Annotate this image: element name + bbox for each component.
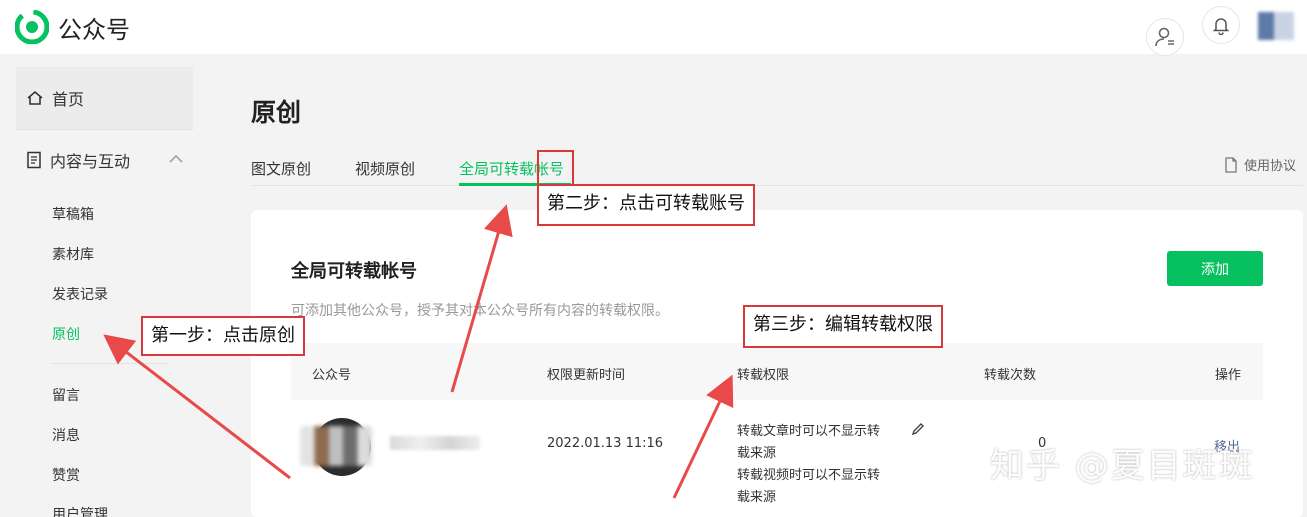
annotation-step1: 第一步：点击原创 (141, 316, 305, 356)
agreement-link[interactable]: 使用协议 (1224, 155, 1296, 174)
column-header-permission: 转载权限 (737, 368, 790, 383)
agreement-label: 使用协议 (1244, 159, 1297, 174)
divider (52, 363, 168, 364)
annotation-step2: 第二步：点击可转载账号 (537, 184, 755, 226)
account-name-blurred (390, 436, 480, 450)
permission-line: 转载视频时可以不显示转 (737, 468, 881, 483)
watermark: 知乎 @夏目斑斑 (990, 446, 1255, 486)
wechat-logo-icon (15, 10, 49, 44)
sidebar: 首页 内容与互动 草稿箱 素材库 发表记录 原创 留言 消息 赞赏 用户管理 (16, 67, 193, 517)
top-bar: 公众号 (0, 0, 1307, 56)
sidebar-item-home[interactable]: 首页 (16, 67, 193, 129)
bell-icon[interactable] (1202, 6, 1240, 44)
page-title: 原创 (251, 98, 302, 127)
reprint-permission: 转载文章时可以不显示转 载来源 转载视频时可以不显示转 载来源 (737, 421, 907, 509)
home-icon (27, 90, 43, 105)
sidebar-item-materials[interactable]: 素材库 (52, 244, 94, 264)
sidebar-group-label: 内容与互动 (50, 152, 131, 171)
account-switch-icon[interactable] (1146, 18, 1184, 56)
column-header-update-time: 权限更新时间 (547, 368, 626, 383)
sidebar-item-rewards[interactable]: 赞赏 (52, 465, 80, 485)
divider (16, 129, 193, 130)
file-icon (1225, 156, 1237, 173)
document-icon (27, 151, 41, 169)
brand-title: 公众号 (58, 16, 130, 44)
card-title: 全局可转载帐号 (291, 261, 417, 282)
sidebar-item-comments[interactable]: 留言 (52, 385, 80, 405)
sidebar-item-drafts[interactable]: 草稿箱 (52, 204, 94, 224)
sidebar-item-label: 首页 (52, 90, 85, 109)
permission-line: 转载文章时可以不显示转 (737, 424, 881, 439)
tab-image-original[interactable]: 图文原创 (251, 158, 311, 179)
sidebar-item-messages[interactable]: 消息 (52, 425, 80, 445)
tabs-divider (251, 185, 1303, 186)
user-avatar[interactable] (1258, 12, 1294, 40)
pencil-icon[interactable] (911, 422, 925, 436)
column-header-action: 操作 (1215, 368, 1242, 383)
permission-line: 载来源 (737, 490, 777, 505)
tab-highlight-box (537, 150, 574, 188)
card-description: 可添加其他公众号，授予其对本公众号所有内容的转载权限。 (291, 303, 669, 319)
permission-line: 载来源 (737, 446, 777, 461)
sidebar-item-user-management[interactable]: 用户管理 (52, 504, 108, 517)
sidebar-group-content[interactable]: 内容与互动 (16, 145, 193, 175)
sidebar-item-original[interactable]: 原创 (52, 324, 80, 344)
column-header-account: 公众号 (312, 368, 352, 383)
annotation-step3: 第三步：编辑转载权限 (743, 305, 943, 348)
sidebar-item-publish-records[interactable]: 发表记录 (52, 284, 108, 304)
column-header-count: 转载次数 (984, 368, 1037, 383)
add-button[interactable]: 添加 (1167, 251, 1263, 286)
account-avatar-blurred (300, 426, 372, 466)
tab-video-original[interactable]: 视频原创 (355, 158, 415, 179)
permission-update-time: 2022.01.13 11:16 (547, 436, 664, 451)
chevron-up-icon[interactable] (168, 153, 184, 165)
